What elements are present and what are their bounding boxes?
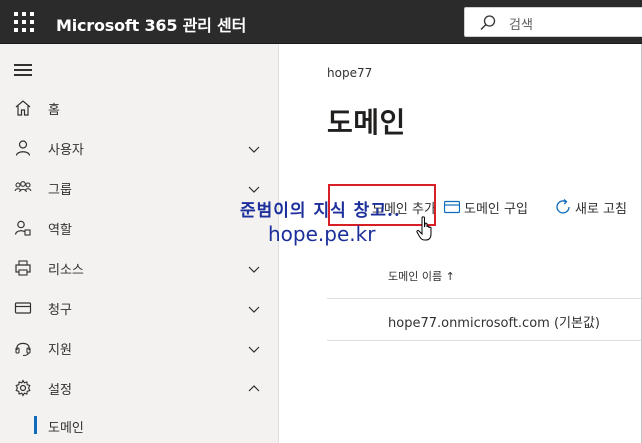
buy-domain-label: 도메인 구입 [464, 202, 528, 217]
sidebar-item-label: 리소스 [48, 263, 84, 278]
chevron-down-icon [248, 146, 260, 153]
search-icon [480, 15, 496, 30]
sidebar-item-groups[interactable]: 그룹 [0, 168, 279, 208]
search-box[interactable]: 검색 [464, 7, 642, 37]
sidebar-subitem-domains[interactable]: 도메인 [0, 412, 279, 440]
sidebar-item-label: 사용자 [48, 143, 84, 158]
group-icon [14, 181, 32, 193]
headset-icon [15, 342, 31, 357]
printer-icon [15, 260, 31, 276]
chevron-down-icon [248, 306, 260, 313]
user-icon [15, 140, 31, 156]
refresh-button[interactable]: 새로 고침 [554, 196, 640, 218]
app-launcher-icon[interactable] [8, 8, 36, 36]
sidebar-item-label: 설정 [48, 383, 72, 398]
chevron-up-icon [248, 385, 260, 392]
sidebar-item-billing[interactable]: 청구 [0, 288, 279, 328]
sidebar-item-support[interactable]: 지원 [0, 328, 279, 368]
sidebar: 홈 사용자 그룹 역할 리소스 청구 지원 설정 도메인 [0, 44, 279, 443]
sidebar-subitem-label: 도메인 [48, 421, 84, 436]
page-title: 도메인 [327, 106, 406, 139]
chevron-down-icon [248, 266, 260, 273]
sidebar-item-resources[interactable]: 리소스 [0, 248, 279, 288]
sidebar-item-roles[interactable]: 역할 [0, 208, 279, 248]
sidebar-item-home[interactable]: 홈 [0, 88, 279, 128]
role-icon [14, 220, 31, 236]
sidebar-item-settings[interactable]: 설정 [0, 368, 279, 408]
sidebar-item-label: 홈 [48, 103, 60, 118]
table-row[interactable]: hope77.onmicrosoft.com (기본값) [388, 312, 600, 331]
app-title[interactable]: Microsoft 365 관리 센터 [56, 12, 246, 36]
breadcrumb[interactable]: hope77 [327, 66, 372, 80]
card-icon [14, 302, 32, 314]
watermark-title: 준범이의 지식 창고.. [240, 201, 401, 221]
column-header-domain-name[interactable]: 도메인 이름 ↑ [388, 268, 455, 284]
header-divider [327, 298, 641, 299]
sidebar-item-label: 지원 [48, 343, 72, 358]
gear-icon [15, 379, 31, 397]
chevron-down-icon [248, 186, 260, 193]
sidebar-item-label: 청구 [48, 303, 72, 318]
sidebar-item-users[interactable]: 사용자 [0, 128, 279, 168]
card-icon [444, 200, 460, 214]
refresh-label: 새로 고침 [575, 202, 627, 217]
hand-cursor-icon [416, 216, 432, 241]
refresh-icon [556, 199, 570, 214]
sidebar-item-label: 역할 [48, 223, 72, 238]
top-bar: Microsoft 365 관리 센터 검색 [0, 0, 642, 44]
buy-domain-button[interactable]: 도메인 구입 [444, 196, 544, 218]
sidebar-item-label: 그룹 [48, 183, 72, 198]
hamburger-menu-icon[interactable] [14, 64, 32, 76]
watermark-url: hope.pe.kr [268, 222, 376, 246]
home-icon [15, 100, 31, 116]
search-placeholder: 검색 [509, 18, 533, 33]
row-divider [327, 340, 641, 341]
chevron-down-icon [248, 346, 260, 353]
selected-indicator [34, 416, 37, 434]
